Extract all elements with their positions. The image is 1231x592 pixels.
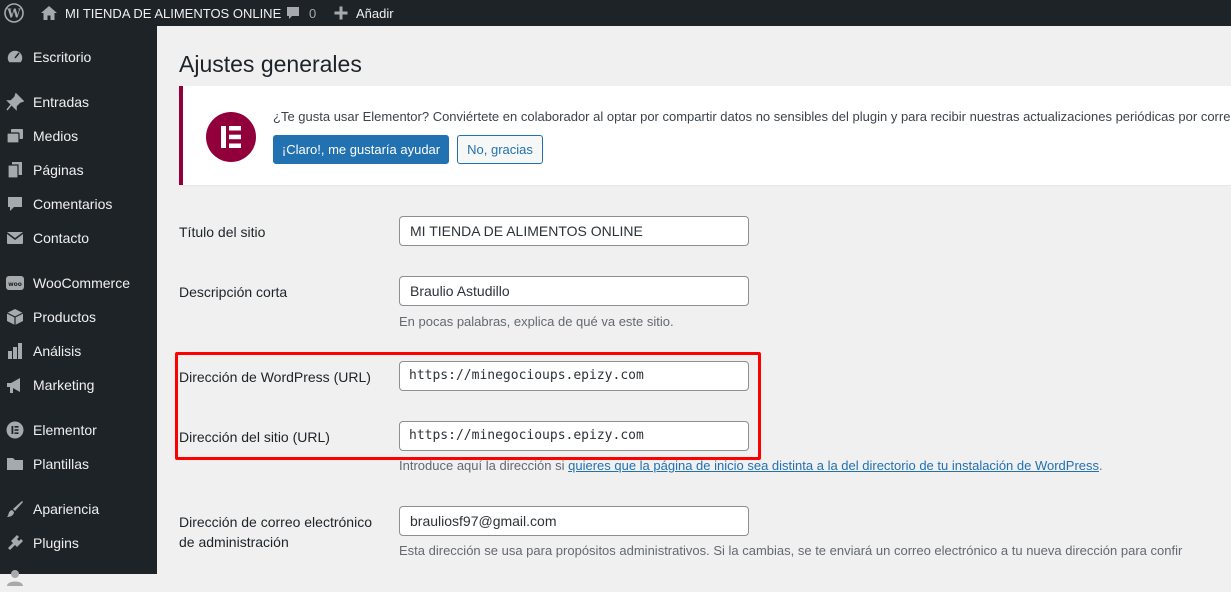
site-url-description-suffix: . [1099, 458, 1103, 473]
site-url-help-link[interactable]: quieres que la página de inicio sea dist… [568, 458, 1099, 473]
admin-email-label-line2: de administración [179, 534, 289, 550]
site-title-input[interactable]: MI TIENDA DE ALIMENTOS ONLINE [399, 216, 749, 246]
highlight-annotation [175, 352, 761, 460]
admin-email-input[interactable]: brauliosf97@gmail.com [399, 506, 749, 536]
comment-icon [285, 5, 301, 21]
sidebar-item-elementor[interactable]: Elementor [0, 415, 157, 445]
sidebar-item-productos[interactable]: Productos [0, 302, 157, 332]
sidebar-item-label: Medios [33, 128, 79, 144]
sidebar-item-contacto[interactable]: Contacto [0, 223, 157, 253]
sidebar-item-partial[interactable] [0, 562, 157, 592]
folder-icon [6, 455, 24, 473]
notice-message: ¿Te gusta usar Elementor? Conviértete en… [273, 109, 1231, 124]
chart-icon [6, 342, 24, 360]
sidebar-item-label: Contacto [33, 230, 90, 246]
add-new-label: Añadir [356, 5, 394, 21]
woo-icon: woo [6, 274, 24, 292]
wordpress-logo-icon[interactable]: W [4, 0, 24, 26]
user-icon [6, 568, 24, 586]
sidebar-item-analisis[interactable]: Análisis [0, 336, 157, 366]
sidebar-item-label: Productos [33, 309, 97, 325]
sidebar-item-plantillas[interactable]: Plantillas [0, 449, 157, 479]
sidebar-item-label: Entradas [33, 94, 90, 110]
media-icon [6, 127, 24, 145]
admin-bar: W MI TIENDA DE ALIMENTOS ONLINE 0 Añadir [0, 0, 1231, 26]
sidebar-item-label: Comentarios [33, 196, 113, 212]
site-name: MI TIENDA DE ALIMENTOS ONLINE [65, 5, 282, 21]
sidebar-item-label: Plantillas [33, 456, 90, 472]
sidebar-item-apariencia[interactable]: Apariencia [0, 494, 157, 524]
sidebar-item-label: Análisis [33, 343, 82, 359]
page-icon [6, 161, 24, 179]
sidebar-item-entradas[interactable]: Entradas [0, 87, 157, 117]
sidebar-item-woocommerce[interactable]: woo WooCommerce [0, 268, 157, 298]
admin-email-description: Esta dirección se usa para propósitos ad… [399, 543, 1183, 558]
add-new-link[interactable]: Añadir [333, 0, 394, 26]
plugin-icon [6, 534, 24, 552]
tagline-label: Descripción corta [179, 284, 288, 300]
sidebar-item-label: Páginas [33, 162, 84, 178]
sidebar-item-plugins[interactable]: Plugins [0, 528, 157, 558]
sidebar-item-label: Plugins [33, 535, 79, 551]
mail-icon [6, 229, 24, 247]
elementor-icon [6, 421, 24, 439]
site-name-link[interactable]: MI TIENDA DE ALIMENTOS ONLINE [65, 0, 281, 26]
plus-icon [333, 5, 349, 21]
admin-email-label: Dirección de correo electrónico de admini… [179, 512, 372, 552]
sidebar-item-medios[interactable]: Medios [0, 121, 157, 151]
brush-icon [6, 500, 24, 518]
sidebar-item-label: Escritorio [33, 49, 92, 65]
sidebar-item-label: WooCommerce [33, 275, 130, 291]
elementor-logo-icon [206, 112, 256, 162]
admin-email-label-line1: Dirección de correo electrónico [179, 514, 372, 530]
site-title-label: Título del sitio [179, 224, 266, 240]
admin-sidebar: Escritorio Entradas Medios Páginas Comen… [0, 26, 157, 586]
svg-text:W: W [6, 7, 21, 21]
tagline-description: En pocas palabras, explica de qué va est… [399, 314, 674, 329]
home-icon[interactable] [40, 0, 58, 26]
sidebar-item-escritorio[interactable]: Escritorio [0, 42, 157, 72]
pin-icon [6, 92, 25, 111]
comments-count: 0 [309, 5, 317, 21]
sidebar-item-comentarios[interactable]: Comentarios [0, 189, 157, 219]
product-icon [6, 308, 24, 326]
elementor-notice: ¿Te gusta usar Elementor? Conviértete en… [179, 86, 1231, 185]
svg-text:woo: woo [8, 281, 22, 288]
dashboard-icon [6, 48, 24, 66]
sidebar-item-label: Elementor [33, 422, 97, 438]
site-url-description-prefix: Introduce aquí la dirección si [399, 458, 569, 473]
megaphone-icon [6, 376, 24, 394]
sidebar-item-paginas[interactable]: Páginas [0, 155, 157, 185]
decline-button[interactable]: No, gracias [457, 135, 543, 164]
sidebar-item-label: Apariencia [33, 501, 100, 517]
page-title: Ajustes generales [179, 51, 362, 77]
comment-icon [6, 195, 24, 213]
sidebar-item-label: Marketing [33, 377, 95, 393]
accept-button[interactable]: ¡Claro!, me gustaría ayudar [273, 135, 449, 164]
site-url-description: Introduce aquí la dirección si quieres q… [399, 458, 1103, 474]
comments-link[interactable]: 0 [285, 0, 316, 26]
sidebar-item-marketing[interactable]: Marketing [0, 370, 157, 400]
tagline-input[interactable]: Braulio Astudillo [399, 276, 749, 306]
